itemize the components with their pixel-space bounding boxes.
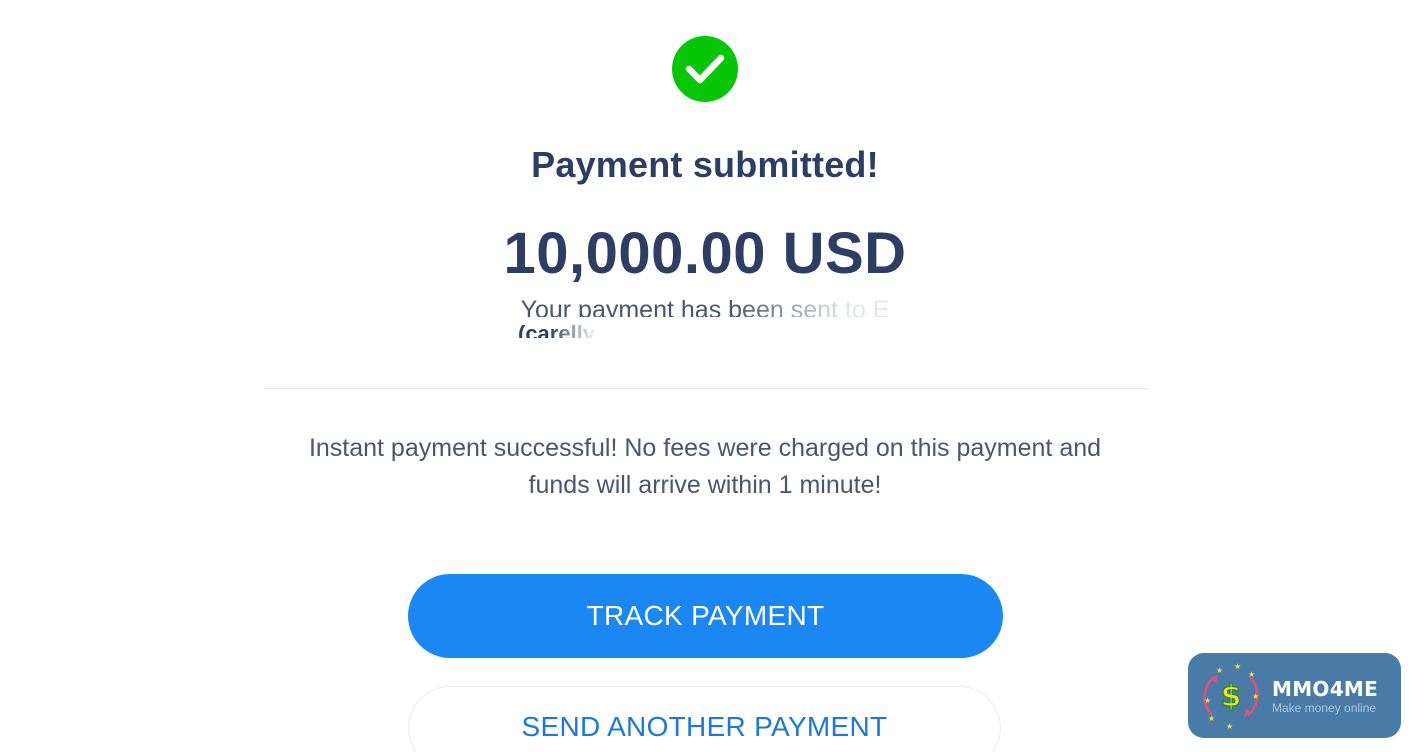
payment-confirmation-page: Payment submitted! 10,000.00 USD Your pa… bbox=[0, 0, 1426, 752]
notice-line-2: funds will arrive within 1 minute! bbox=[528, 471, 882, 499]
recipient-handle: (carelly bbox=[518, 321, 596, 338]
watermark-badge: $ ★ ★ ★ ★ ★ ★ ★ MMO4ME Make money online bbox=[1188, 653, 1401, 738]
checkmark-icon bbox=[685, 54, 725, 84]
svg-text:★: ★ bbox=[1208, 714, 1215, 723]
payment-amount: 10,000.00 USD bbox=[503, 221, 907, 286]
track-payment-button[interactable]: TRACK PAYMENT bbox=[408, 574, 1003, 658]
svg-text:★: ★ bbox=[1216, 666, 1223, 675]
watermark-title: MMO4ME bbox=[1272, 676, 1379, 701]
watermark-text: MMO4ME Make money online bbox=[1272, 677, 1378, 715]
svg-text:★: ★ bbox=[1226, 722, 1233, 731]
check-circle-icon bbox=[672, 36, 738, 102]
divider bbox=[264, 388, 1148, 389]
svg-text:★: ★ bbox=[1204, 696, 1211, 705]
svg-text:$: $ bbox=[1221, 679, 1242, 714]
watermark-subtitle: Make money online bbox=[1272, 700, 1377, 715]
dollar-coin-icon: $ ★ ★ ★ ★ ★ ★ ★ bbox=[1203, 662, 1259, 731]
svg-text:★: ★ bbox=[1234, 662, 1241, 671]
svg-text:★: ★ bbox=[1248, 670, 1255, 679]
svg-text:★: ★ bbox=[1252, 692, 1259, 701]
page-title: Payment submitted! bbox=[531, 144, 879, 185]
sent-to-label: Your payment has been sent to bbox=[520, 296, 866, 317]
send-another-payment-button[interactable]: SEND ANOTHER PAYMENT bbox=[408, 686, 1001, 752]
instant-payment-notice: Instant payment successful! No fees were… bbox=[0, 430, 1410, 504]
recipient-line: Your payment has been sent to E bbox=[0, 295, 1410, 317]
recipient-name: E bbox=[872, 296, 890, 317]
notice-line-1: Instant payment successful! No fees were… bbox=[308, 434, 1102, 462]
